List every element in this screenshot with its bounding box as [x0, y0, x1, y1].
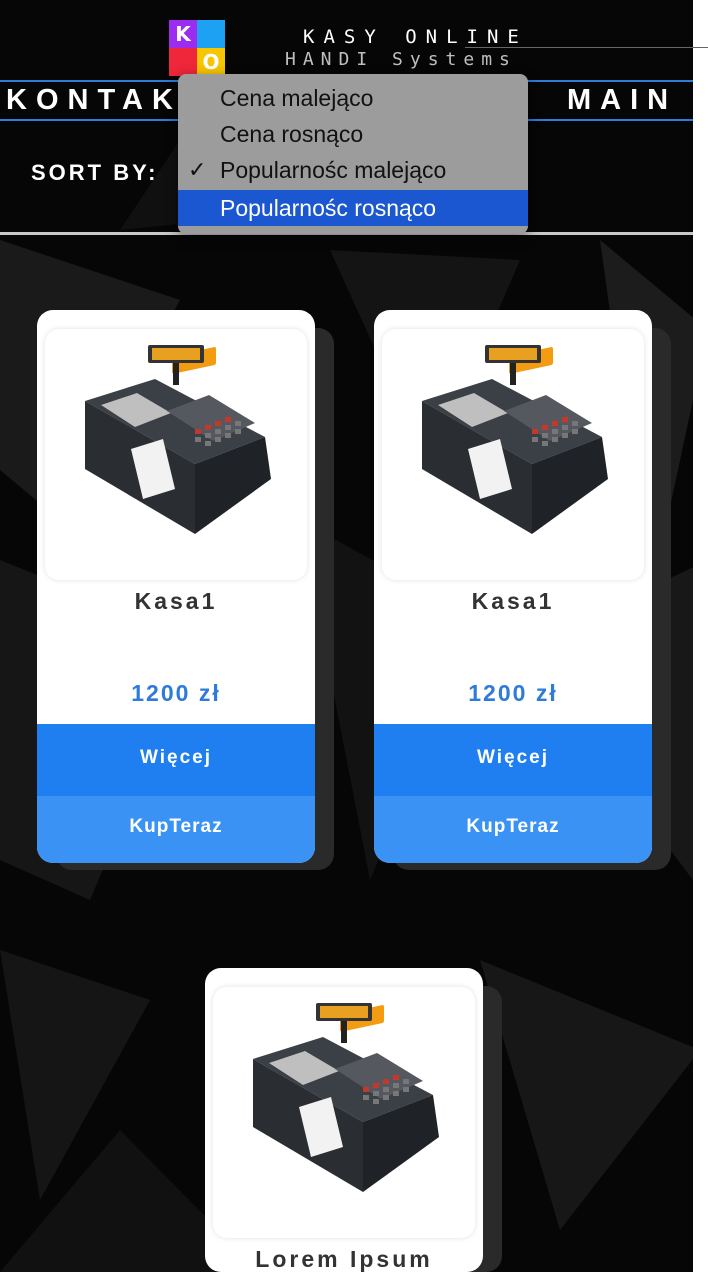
product-card[interactable]: Kasa1 1200 zł Więcej KupTeraz [374, 310, 652, 863]
sort-option-popularity-desc[interactable]: ✓ Popularnośc malejąco [178, 152, 528, 188]
sort-dropdown-menu[interactable]: Cena malejąco Cena rosnąco ✓ Popularnośc… [178, 74, 528, 234]
product-price: 1200 zł [131, 680, 221, 706]
buy-now-button[interactable]: KupTeraz [374, 796, 652, 863]
more-button[interactable]: Więcej [37, 724, 315, 796]
cash-register-icon [85, 345, 271, 534]
cash-register-icon [422, 345, 608, 534]
product-name: Kasa1 [471, 588, 555, 614]
logo-square-red [169, 48, 197, 76]
product-image[interactable] [213, 987, 475, 1238]
sort-option-price-asc[interactable]: Cena rosnąco [178, 116, 528, 152]
sort-option-price-desc[interactable]: Cena malejąco [178, 80, 528, 116]
buy-now-button[interactable]: KupTeraz [37, 796, 315, 863]
checkmark-icon: ✓ [188, 157, 207, 182]
sort-by-label: SORT BY: [31, 160, 159, 185]
sort-option-label: Cena malejąco [220, 85, 374, 111]
nav-link-kontakt[interactable]: KONTAK [6, 84, 182, 117]
brand-subtitle: HANDI Systems [285, 49, 517, 70]
product-image[interactable] [382, 329, 644, 580]
logo-square-blue [197, 20, 225, 48]
product-name: Lorem Ipsum [255, 1246, 433, 1272]
sort-option-popularity-asc[interactable]: Popularnośc rosnąco [178, 190, 528, 226]
cash-register-icon [253, 1003, 439, 1192]
product-name: Kasa1 [134, 588, 218, 614]
brand-title: KASY ONLINE [303, 26, 528, 48]
product-card[interactable]: Kasa1 1200 zł Więcej KupTeraz [37, 310, 315, 863]
product-image[interactable] [45, 329, 307, 580]
product-price: 1200 zł [468, 680, 558, 706]
more-button[interactable]: Więcej [374, 724, 652, 796]
sort-option-label: Popularnośc rosnąco [220, 195, 437, 221]
page-right-edge [693, 0, 708, 1272]
logo-letter-o: O [197, 48, 225, 76]
product-card[interactable]: Lorem Ipsum [205, 968, 483, 1272]
sort-option-label: Popularnośc malejąco [220, 157, 447, 183]
logo-letter-k: K [169, 20, 197, 48]
sort-option-label: Cena rosnąco [220, 121, 364, 147]
nav-link-main[interactable]: MAIN [567, 84, 677, 117]
brand-logo[interactable]: K O [169, 20, 225, 76]
